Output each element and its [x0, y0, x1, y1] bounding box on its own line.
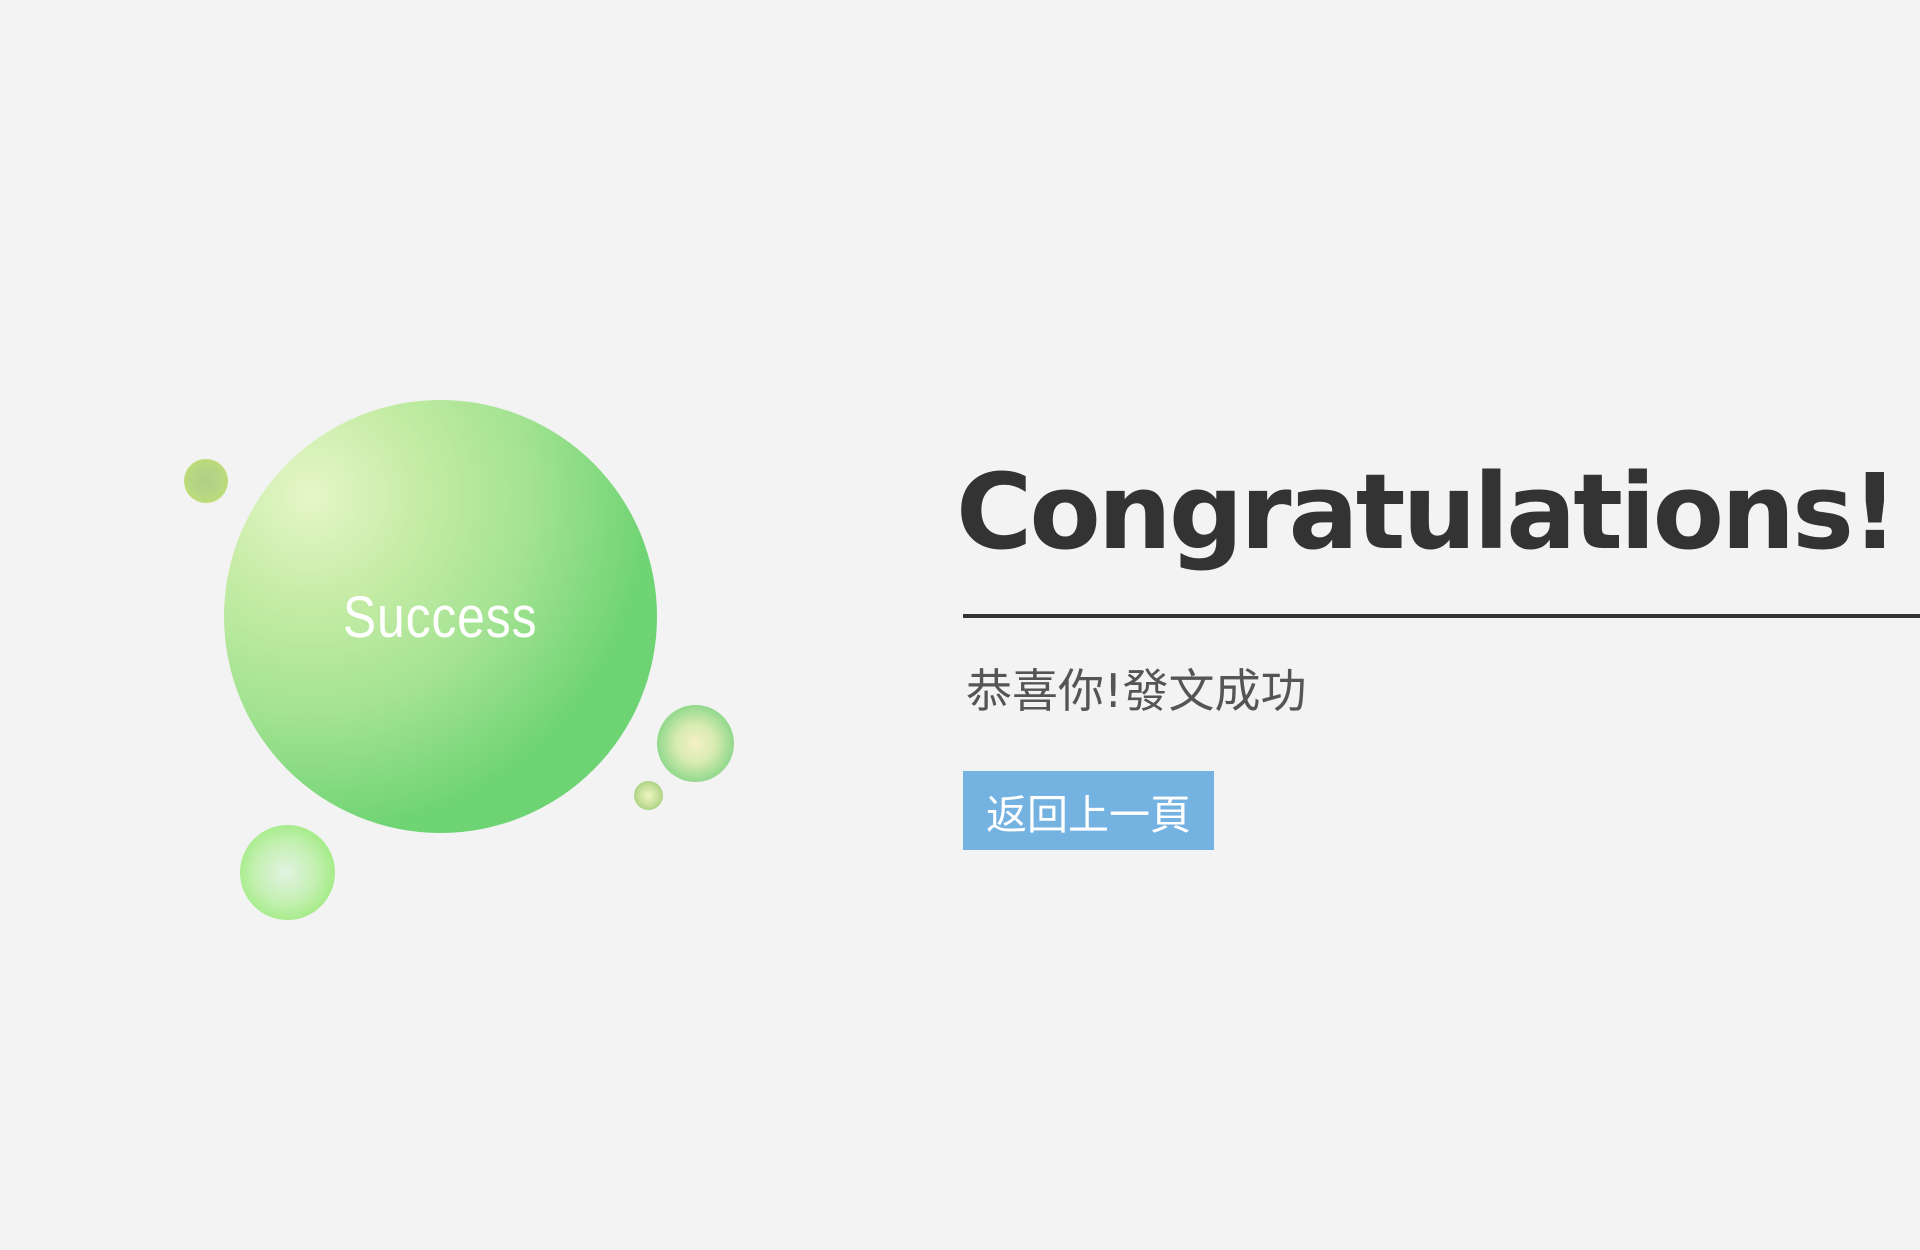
- success-bubble-main: Success: [224, 400, 657, 833]
- decorative-bubble-right: [657, 705, 734, 782]
- success-label: Success: [343, 585, 538, 650]
- decorative-bubble-bottom-left: [240, 825, 335, 920]
- back-button[interactable]: 返回上一頁: [963, 771, 1214, 850]
- decorative-bubble-top-left: [184, 459, 228, 503]
- heading-divider: [963, 614, 1920, 618]
- decorative-bubble-tiny: [634, 781, 663, 810]
- congratulations-heading: Congratulations!: [956, 451, 1898, 573]
- success-message: 恭喜你!發文成功: [966, 664, 1307, 718]
